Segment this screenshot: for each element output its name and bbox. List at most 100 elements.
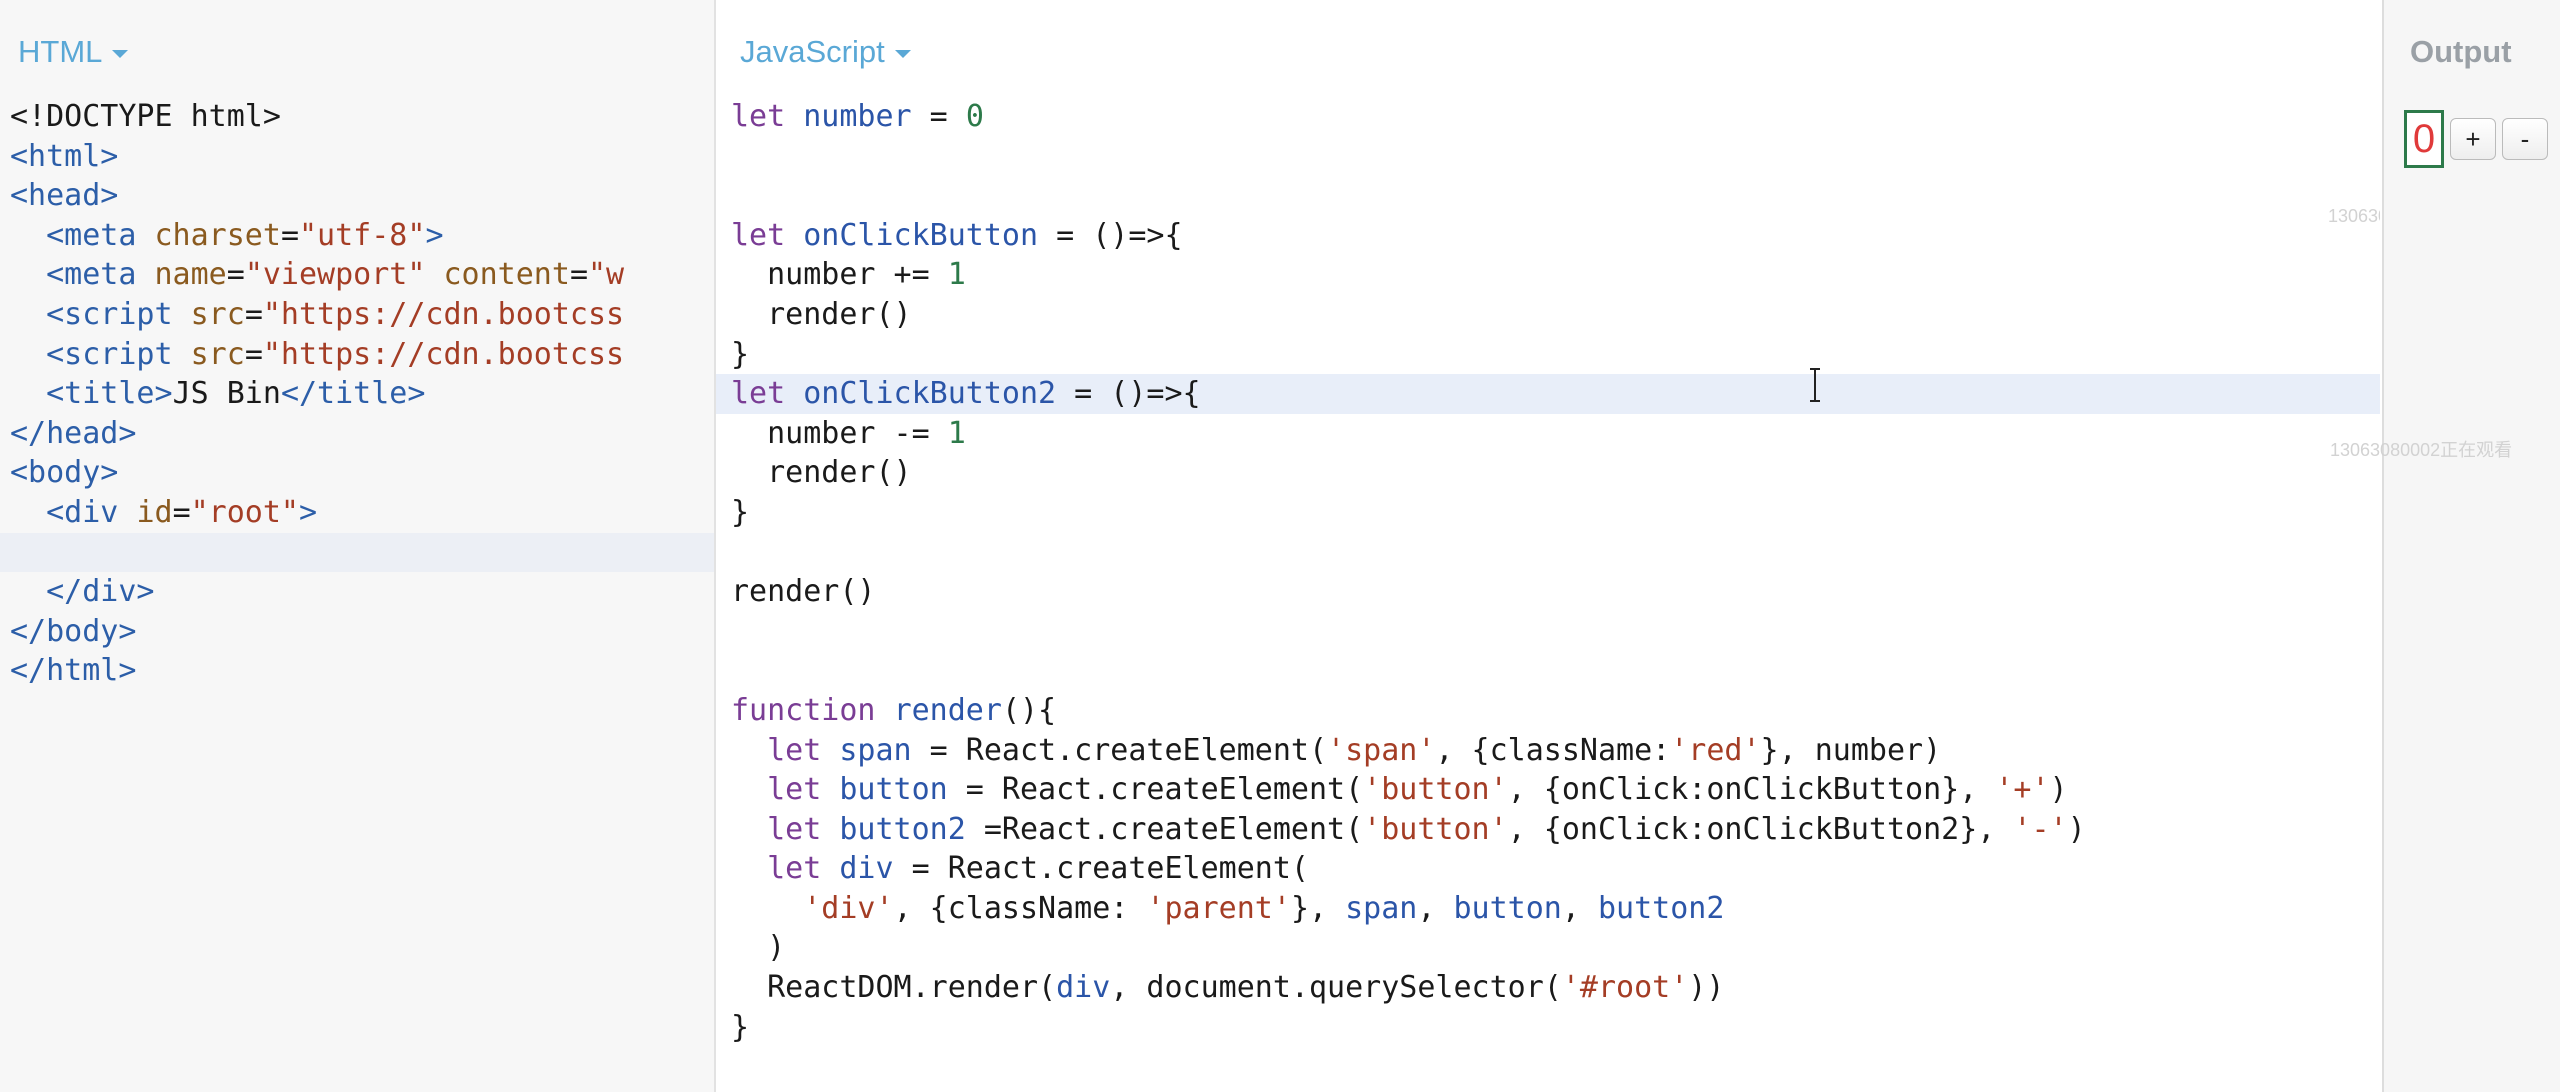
code-token: = React.createElement( bbox=[893, 851, 1309, 887]
code-line[interactable]: <html> bbox=[0, 137, 714, 177]
code-line[interactable]: </div> bbox=[0, 572, 714, 612]
code-line[interactable]: } bbox=[716, 335, 2380, 375]
code-token: let bbox=[731, 376, 804, 412]
code-line[interactable]: ) bbox=[716, 928, 2380, 968]
code-token: number bbox=[803, 99, 912, 134]
code-line[interactable]: let number = 0 bbox=[716, 97, 2380, 137]
code-token: "root" bbox=[190, 494, 299, 530]
code-line[interactable]: <meta charset="utf-8"> bbox=[0, 216, 714, 256]
code-token: = bbox=[172, 494, 191, 530]
code-line[interactable]: render() bbox=[716, 453, 2380, 493]
code-token: } bbox=[731, 494, 750, 530]
code-token: render() bbox=[731, 296, 912, 332]
code-token: "https://cdn.bootcss bbox=[262, 336, 625, 372]
code-token: ReactDOM.render( bbox=[731, 970, 1057, 1006]
increment-button[interactable]: + bbox=[2450, 118, 2496, 160]
code-token: src bbox=[190, 296, 245, 332]
code-token: let bbox=[731, 99, 804, 134]
code-token: = bbox=[569, 257, 588, 293]
code-line[interactable]: function render(){ bbox=[716, 691, 2380, 731]
code-line[interactable]: <!DOCTYPE html> bbox=[0, 97, 714, 137]
code-line[interactable]: <head> bbox=[0, 176, 714, 216]
code-line[interactable]: <script src="https://cdn.bootcss bbox=[0, 335, 714, 375]
code-line[interactable]: } bbox=[716, 1008, 2380, 1048]
code-line[interactable]: let onClickButton2 = ()=>{ bbox=[716, 374, 2380, 414]
output-panel: Output 0 + - bbox=[2382, 0, 2560, 1092]
code-line[interactable]: <div id="root"> bbox=[0, 493, 714, 533]
code-token: </html> bbox=[10, 653, 137, 689]
code-line[interactable]: let onClickButton = ()=>{ bbox=[716, 216, 2380, 256]
code-line[interactable]: let span = React.createElement('span', {… bbox=[716, 731, 2380, 771]
code-token: )) bbox=[1688, 970, 1725, 1006]
code-token: '#root' bbox=[1561, 970, 1689, 1006]
code-line[interactable]: </body> bbox=[0, 612, 714, 652]
html-code-editor[interactable]: <!DOCTYPE html> <html> <head> <meta charse… bbox=[0, 97, 714, 691]
code-line[interactable]: number += 1 bbox=[716, 255, 2380, 295]
code-line[interactable] bbox=[0, 532, 714, 573]
code-line[interactable] bbox=[716, 137, 2380, 177]
code-line[interactable]: <body> bbox=[0, 453, 714, 493]
code-line[interactable]: <title>JS Bin</title> bbox=[0, 374, 714, 414]
code-token: span bbox=[1345, 890, 1418, 926]
code-line[interactable]: let div = React.createElement( bbox=[716, 849, 2380, 889]
chevron-down-icon bbox=[112, 49, 129, 58]
code-token: <div bbox=[46, 494, 137, 530]
code-token: > bbox=[299, 494, 318, 530]
code-line[interactable]: render() bbox=[716, 572, 2380, 612]
code-token: button2 bbox=[1598, 890, 1725, 926]
code-token: div bbox=[839, 851, 894, 887]
code-line[interactable]: </head> bbox=[0, 414, 714, 454]
code-line[interactable] bbox=[716, 651, 2380, 691]
code-line[interactable]: number -= 1 bbox=[716, 414, 2380, 454]
decrement-button[interactable]: - bbox=[2502, 118, 2548, 160]
javascript-code-editor[interactable]: let number = 0 let onClickButton = ()=>{… bbox=[716, 97, 2380, 1047]
code-token: ) bbox=[2049, 772, 2068, 808]
code-line[interactable]: <meta name="viewport" content="w bbox=[0, 255, 714, 295]
code-line[interactable]: <script src="https://cdn.bootcss bbox=[0, 295, 714, 335]
html-panel-dropdown[interactable]: HTML bbox=[18, 30, 129, 74]
code-line[interactable] bbox=[716, 533, 2380, 573]
code-token: function bbox=[731, 692, 894, 728]
code-token: ) bbox=[2067, 811, 2086, 847]
code-line[interactable] bbox=[716, 176, 2380, 216]
code-token: }, number) bbox=[1760, 732, 1942, 768]
code-token: render bbox=[893, 692, 1002, 728]
code-line[interactable]: let button2 =React.createElement('button… bbox=[716, 810, 2380, 850]
code-token: = bbox=[226, 257, 245, 293]
code-line[interactable]: } bbox=[716, 493, 2380, 533]
watermark-text: 13063080002正在观看 bbox=[2330, 440, 2513, 460]
code-token: =React.createElement( bbox=[965, 811, 1364, 847]
watermark-text: 13063080002正在观看 bbox=[2328, 206, 2380, 226]
code-line[interactable] bbox=[716, 612, 2380, 652]
code-line[interactable]: render() bbox=[716, 295, 2380, 335]
code-token: content bbox=[443, 257, 570, 293]
code-token: <!DOCTYPE html> bbox=[10, 99, 281, 134]
javascript-panel-dropdown[interactable]: JavaScript bbox=[740, 30, 911, 74]
javascript-editor-panel: JavaScript let number = 0 let onClickBut… bbox=[716, 0, 2380, 1092]
code-token: let bbox=[731, 217, 804, 253]
code-token: </title> bbox=[280, 376, 426, 412]
code-line[interactable]: let button = React.createElement('button… bbox=[716, 770, 2380, 810]
code-token: 1 bbox=[947, 257, 966, 293]
code-token: charset bbox=[154, 217, 281, 253]
code-token: , {className: bbox=[1435, 732, 1671, 768]
code-token: <head> bbox=[10, 178, 119, 214]
code-token: = ()=>{ bbox=[1038, 217, 1183, 253]
code-token: 'button' bbox=[1363, 772, 1508, 808]
code-line[interactable]: ReactDOM.render(div, document.querySelec… bbox=[716, 968, 2380, 1008]
code-token: button2 bbox=[839, 811, 966, 847]
code-token: div bbox=[1056, 970, 1111, 1006]
code-token: </head> bbox=[10, 415, 137, 451]
code-line[interactable]: </html> bbox=[0, 651, 714, 691]
code-line[interactable]: 'div', {className: 'parent'}, span, butt… bbox=[716, 889, 2380, 929]
code-token: let bbox=[767, 772, 840, 808]
code-token: let bbox=[767, 732, 840, 768]
